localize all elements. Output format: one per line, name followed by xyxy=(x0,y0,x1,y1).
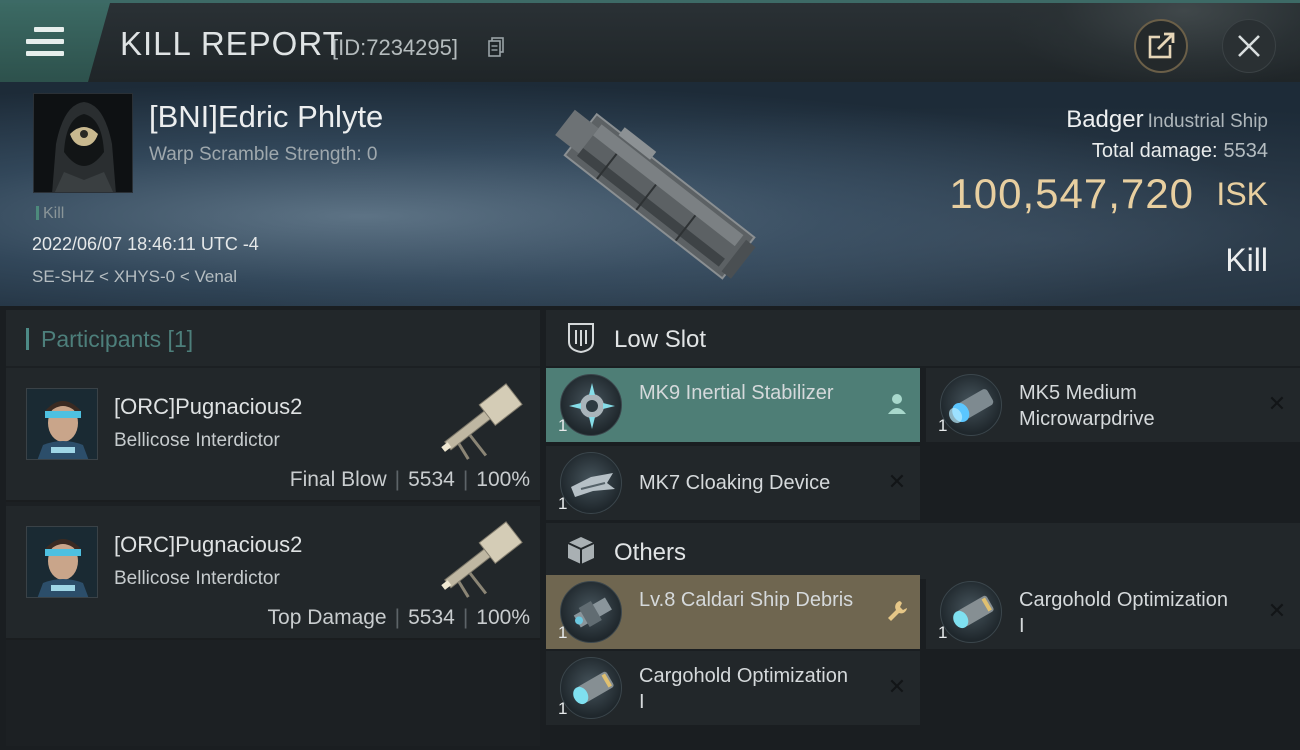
participant-damage: 5534 xyxy=(408,468,455,491)
participants-header: Participants [1] xyxy=(6,310,540,366)
low-slot-title: Low Slot xyxy=(614,326,707,353)
share-icon xyxy=(1148,32,1176,59)
close-icon xyxy=(1238,35,1260,57)
module-item[interactable]: 1 MK5 Medium Microwarpdrive ✕ xyxy=(926,368,1300,442)
module-name: Cargohold Optimization I xyxy=(1019,589,1228,637)
ship-class: Industrial Ship xyxy=(1147,111,1268,132)
others-header: Others xyxy=(546,523,1300,579)
report-id: [ID:7234295] xyxy=(332,35,458,60)
fitting-panel: Low Slot 1 MK9 Inertial Stabilizer 1 MK5… xyxy=(546,310,1300,750)
victim-summary: [BNI]Edric Phlyte Warp Scramble Strength… xyxy=(0,82,1300,306)
kill-location[interactable]: SE-SHZ < XHYS-0 < Venal xyxy=(32,267,237,287)
total-damage-label: Total damage: xyxy=(1091,140,1218,162)
kill-tag: Kill xyxy=(36,205,64,223)
pilot-icon[interactable] xyxy=(886,392,908,416)
module-item[interactable]: 1 Lv.8 Caldari Ship Debris xyxy=(546,575,920,649)
participant-row[interactable]: [ORC]Pugnacious2 Bellicose Interdictor T… xyxy=(6,506,540,640)
participant-portrait-image xyxy=(27,389,97,459)
module-item[interactable]: 1 MK7 Cloaking Device ✕ xyxy=(546,446,920,520)
ship-debris-icon xyxy=(560,581,622,643)
close-icon[interactable]: ✕ xyxy=(1266,392,1288,416)
participants-panel: Participants [1] [ORC]Pugnacious2 Bellic… xyxy=(6,310,540,746)
participant-role: Final Blow xyxy=(289,468,387,491)
close-button[interactable] xyxy=(1222,19,1276,73)
kill-result: Kill xyxy=(1225,242,1268,278)
participant-avatar[interactable] xyxy=(26,388,98,460)
isk-value: 100,547,720 xyxy=(949,170,1194,217)
module-quantity: 1 xyxy=(558,623,568,642)
module-item[interactable]: 1 Cargohold Optimization I ✕ xyxy=(546,651,920,725)
ship-name: Badger xyxy=(1066,106,1144,133)
participant-name: [ORC]Pugnacious2 xyxy=(114,394,303,419)
participant-portrait-image xyxy=(27,527,97,597)
module-item[interactable]: 1 Cargohold Optimization I ✕ xyxy=(926,575,1300,649)
participant-damage: 5534 xyxy=(408,606,455,629)
participant-percent: 100% xyxy=(476,468,530,491)
module-name: Cargohold Optimization I xyxy=(639,665,848,713)
page-title: KILL REPORT xyxy=(120,25,344,62)
participant-row[interactable]: [ORC]Pugnacious2 Bellicose Interdictor F… xyxy=(6,368,540,502)
module-name: MK7 Cloaking Device xyxy=(639,472,831,494)
share-button[interactable] xyxy=(1134,19,1188,73)
cargo-box-icon xyxy=(567,537,595,564)
participant-stats: Top Damage | 5534 | 100% xyxy=(267,606,530,629)
participant-percent: 100% xyxy=(476,606,530,629)
inertial-stabilizer-icon xyxy=(560,374,622,436)
close-icon[interactable]: ✕ xyxy=(1266,599,1288,623)
module-item[interactable]: 1 MK9 Inertial Stabilizer xyxy=(546,368,920,442)
participant-name: [ORC]Pugnacious2 xyxy=(114,532,303,557)
isk-unit: ISK xyxy=(1216,176,1268,212)
participant-stats: Final Blow | 5534 | 100% xyxy=(289,468,530,491)
top-bar: KILL REPORT [ID:7234295] xyxy=(0,0,1300,85)
participant-ship: Bellicose Interdictor xyxy=(114,430,280,451)
victim-portrait[interactable] xyxy=(33,93,133,193)
others-title: Others xyxy=(614,539,687,566)
participant-avatar[interactable] xyxy=(26,526,98,598)
participant-ship: Bellicose Interdictor xyxy=(114,568,280,589)
victim-name[interactable]: [BNI]Edric Phlyte xyxy=(149,99,383,135)
pilot-portrait-image xyxy=(34,94,132,192)
victim-ship-image xyxy=(555,109,756,280)
module-name: MK9 Inertial Stabilizer xyxy=(639,382,834,404)
victim-ship[interactable]: Badger Industrial Ship xyxy=(1066,106,1268,134)
close-icon[interactable]: ✕ xyxy=(886,675,908,699)
total-damage-value: 5534 xyxy=(1223,140,1269,162)
warp-scramble-strength: Warp Scramble Strength: 0 xyxy=(149,144,378,165)
low-slot-icon xyxy=(568,323,594,354)
cargohold-optimization-icon xyxy=(940,581,1002,643)
menu-button[interactable] xyxy=(0,3,110,82)
wrench-icon[interactable] xyxy=(886,599,908,623)
module-name: Lv.8 Caldari Ship Debris xyxy=(639,589,854,611)
microwarpdrive-icon xyxy=(940,374,1002,436)
low-slot-header: Low Slot xyxy=(546,310,1300,366)
hamburger-icon xyxy=(26,27,64,63)
total-damage: Total damage: 5534 xyxy=(1092,140,1268,163)
module-name: MK5 Medium Microwarpdrive xyxy=(1019,382,1155,430)
cargohold-optimization-icon xyxy=(560,657,622,719)
module-quantity: 1 xyxy=(558,416,568,435)
module-quantity: 1 xyxy=(558,699,568,718)
participant-ship-image xyxy=(441,521,523,598)
module-quantity: 1 xyxy=(558,494,568,513)
module-quantity: 1 xyxy=(938,416,948,435)
cloaking-device-icon xyxy=(560,452,622,514)
participant-role: Top Damage xyxy=(267,606,387,629)
copy-icon[interactable] xyxy=(488,37,504,57)
participant-ship-image xyxy=(441,383,523,460)
close-icon[interactable]: ✕ xyxy=(886,470,908,494)
kill-datetime: 2022/06/07 18:46:11 UTC -4 xyxy=(32,234,259,254)
module-quantity: 1 xyxy=(938,623,948,642)
